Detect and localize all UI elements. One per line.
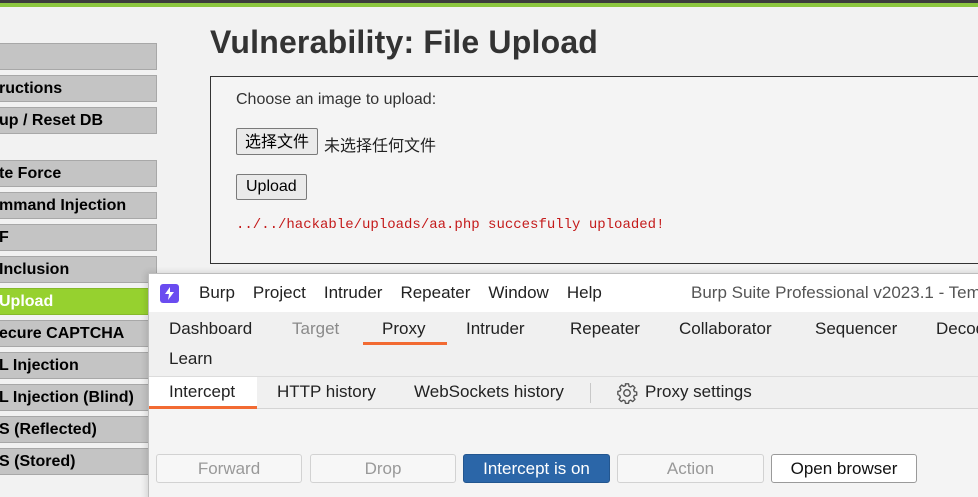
menu-item-label <box>0 44 156 69</box>
tab-dashboard[interactable]: Dashboard <box>169 319 252 339</box>
menu-item-label: S (Reflected) <box>0 421 97 438</box>
menu-item-label: Upload <box>0 293 54 310</box>
menu-item-instructions[interactable]: ructions <box>0 75 157 102</box>
subtab-proxy-settings[interactable]: Proxy settings <box>645 382 752 402</box>
sidebar-menu: ructions up / Reset DB te Force mmand In… <box>0 0 160 497</box>
menu-window[interactable]: Window <box>488 283 548 303</box>
burp-menubar: Burp Project Intruder Repeater Window He… <box>199 283 620 303</box>
menu-item-label: S (Stored) <box>0 453 76 470</box>
menu-item-brute-force[interactable]: te Force <box>0 160 157 187</box>
burp-logo-icon <box>160 284 179 303</box>
burp-titlebar: Burp Project Intruder Repeater Window He… <box>149 274 978 312</box>
menu-item-file-inclusion[interactable]: Inclusion <box>0 256 157 283</box>
upload-button[interactable]: Upload <box>236 174 307 200</box>
menu-item-sql-injection[interactable]: L Injection <box>0 352 157 379</box>
subtab-http-history[interactable]: HTTP history <box>277 382 376 402</box>
tab-decoder[interactable]: Decod <box>936 319 978 339</box>
menu-item-label: ructions <box>0 80 63 97</box>
tab-target[interactable]: Target <box>292 319 339 339</box>
menu-item-setup-reset-db[interactable]: up / Reset DB <box>0 107 157 134</box>
menu-item-sql-injection-blind[interactable]: L Injection (Blind) <box>0 384 157 411</box>
proxy-subtab-bar: Intercept HTTP history WebSockets histor… <box>149 376 978 409</box>
menu-item-label: ecure CAPTCHA <box>0 325 125 342</box>
tab-proxy[interactable]: Proxy <box>382 319 425 339</box>
open-browser-button[interactable]: Open browser <box>771 454 917 483</box>
page-title: Vulnerability: File Upload <box>210 24 599 60</box>
intercept-toggle-button[interactable]: Intercept is on <box>463 454 610 483</box>
menu-item-home[interactable] <box>0 43 157 70</box>
upload-form: Choose an image to upload: 选择文件 未选择任何文件 … <box>210 76 978 264</box>
menu-repeater[interactable]: Repeater <box>400 283 470 303</box>
subtab-websockets-history[interactable]: WebSockets history <box>414 382 564 402</box>
menu-item-label: L Injection <box>0 357 79 374</box>
drop-button[interactable]: Drop <box>310 454 456 483</box>
gear-icon[interactable] <box>616 382 638 404</box>
menu-help[interactable]: Help <box>567 283 602 303</box>
menu-item-csrf[interactable]: F <box>0 224 157 251</box>
tab-intruder[interactable]: Intruder <box>466 319 525 339</box>
menu-intruder[interactable]: Intruder <box>324 283 383 303</box>
upload-result-message: ../../hackable/uploads/aa.php succesfull… <box>236 217 665 233</box>
forward-button[interactable]: Forward <box>156 454 302 483</box>
menu-item-command-injection[interactable]: mmand Injection <box>0 192 157 219</box>
menu-item-label: te Force <box>0 165 62 182</box>
tab-collaborator[interactable]: Collaborator <box>679 319 772 339</box>
active-tab-indicator <box>363 342 447 345</box>
burp-suite-window: Burp Project Intruder Repeater Window He… <box>148 273 978 497</box>
menu-project[interactable]: Project <box>253 283 306 303</box>
subtab-intercept[interactable]: Intercept <box>169 382 235 402</box>
file-status-text: 未选择任何文件 <box>324 136 437 155</box>
tab-learn[interactable]: Learn <box>169 349 212 369</box>
menu-item-insecure-captcha[interactable]: ecure CAPTCHA <box>0 320 157 347</box>
upload-prompt: Choose an image to upload: <box>236 91 437 108</box>
action-button[interactable]: Action <box>617 454 764 483</box>
menu-item-label: F <box>0 225 156 250</box>
menu-item-label: up / Reset DB <box>0 112 104 129</box>
tab-sequencer[interactable]: Sequencer <box>815 319 897 339</box>
menu-item-xss-reflected[interactable]: S (Reflected) <box>0 416 157 443</box>
menu-item-label: L Injection (Blind) <box>0 389 134 406</box>
menu-item-xss-stored[interactable]: S (Stored) <box>0 448 157 475</box>
subtab-divider <box>590 383 591 403</box>
menu-item-label: mmand Injection <box>0 197 127 214</box>
menu-item-label: Inclusion <box>0 261 70 278</box>
menu-item-file-upload[interactable]: Upload <box>0 288 157 315</box>
intercept-panel: Forward Drop Intercept is on Action Open… <box>149 409 978 497</box>
tab-repeater[interactable]: Repeater <box>570 319 640 339</box>
menu-burp[interactable]: Burp <box>199 283 235 303</box>
app-title: Burp Suite Professional v2023.1 - Tem <box>691 283 978 302</box>
main-tab-bar: Dashboard Target Proxy Intruder Repeater… <box>149 312 978 376</box>
choose-file-button[interactable]: 选择文件 <box>236 128 319 155</box>
